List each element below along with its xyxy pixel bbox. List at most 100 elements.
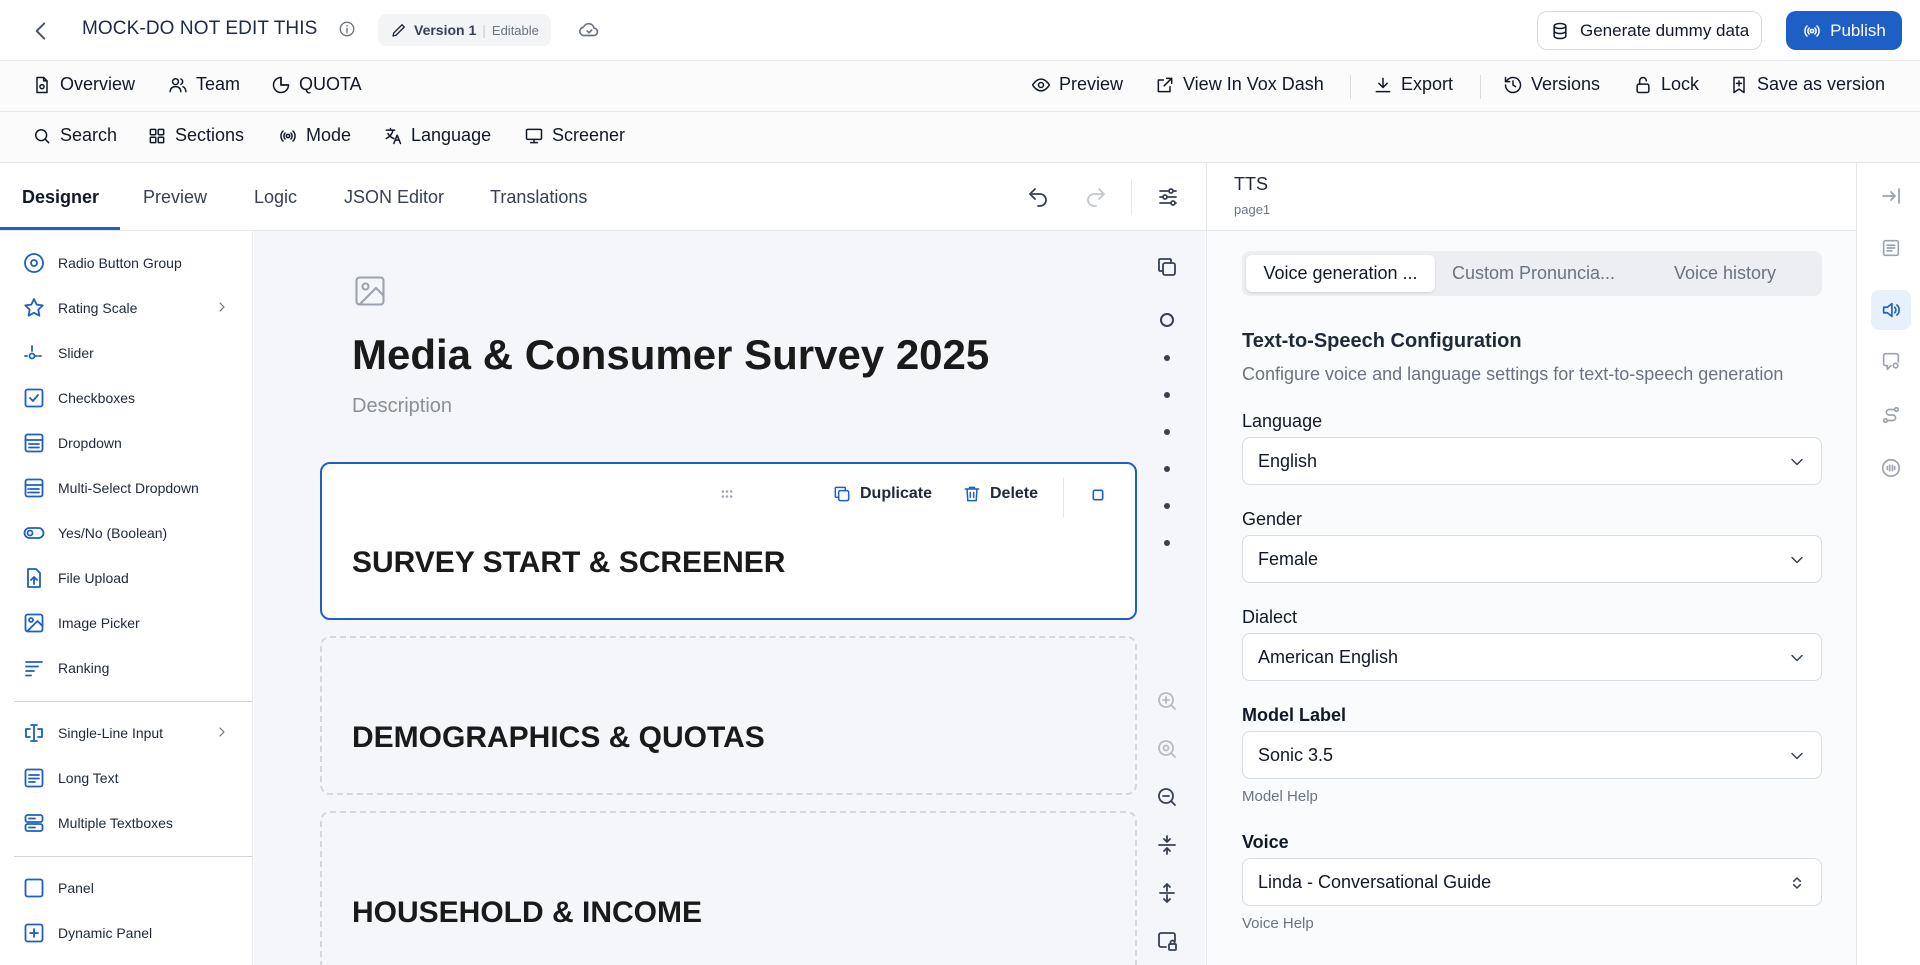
nav-screener[interactable]: Screener <box>524 125 625 146</box>
drag-handle-icon[interactable] <box>717 484 737 504</box>
gender-value: Female <box>1258 549 1319 569</box>
page-card[interactable]: DEMOGRAPHICS & QUOTAS <box>320 636 1137 795</box>
toolbox-file-upload[interactable]: File Upload <box>22 566 232 590</box>
generate-dummy-data-button[interactable]: Generate dummy data <box>1537 11 1763 50</box>
toolbox-radio-button-group[interactable]: Radio Button Group <box>22 251 232 275</box>
page-card[interactable]: HOUSEHOLD & INCOME <box>320 811 1137 965</box>
seg-voice-generation[interactable]: Voice generation ... <box>1246 255 1435 292</box>
duplicate-button[interactable]: Duplicate <box>832 484 932 504</box>
zoom-in-icon[interactable] <box>1155 689 1179 713</box>
redo-icon[interactable] <box>1084 185 1108 209</box>
nav-search[interactable]: Search <box>32 125 117 146</box>
page-title[interactable]: SURVEY START & SCREENER <box>352 546 785 580</box>
survey-description[interactable]: Description <box>352 395 452 418</box>
seg-voice-history[interactable]: Voice history <box>1632 255 1818 292</box>
zoom-reset-icon[interactable] <box>1155 737 1179 761</box>
dialect-select[interactable]: American English <box>1242 633 1822 681</box>
toolbox-long-text[interactable]: Long Text <box>22 766 232 790</box>
copy-page-icon[interactable] <box>1155 255 1179 279</box>
nav-mode-label: Mode <box>306 125 352 145</box>
nav-export[interactable]: Export <box>1373 74 1453 95</box>
bookmark-plus-icon <box>1733 76 1745 93</box>
nav-save-as-version[interactable]: Save as version <box>1729 74 1885 95</box>
undo-icon[interactable] <box>1026 185 1050 209</box>
page-nav-current-dot[interactable] <box>1160 313 1174 327</box>
nav-language[interactable]: Language <box>383 125 491 146</box>
nav-overview-label: Overview <box>60 74 136 94</box>
page-nav-dot[interactable] <box>1164 429 1170 435</box>
toolbox-item-label: Checkboxes <box>58 390 136 406</box>
properties-list-icon[interactable] <box>1871 228 1911 268</box>
nav-versions-label: Versions <box>1531 74 1601 94</box>
collapse-all-icon[interactable] <box>1155 833 1179 857</box>
page-nav-dot[interactable] <box>1164 392 1170 398</box>
toolbox-dynamic-panel[interactable]: Dynamic Panel <box>22 921 232 945</box>
publish-button[interactable]: Publish <box>1786 11 1902 50</box>
toolbox-item-label: Multi-Select Dropdown <box>58 480 199 496</box>
expand-all-icon[interactable] <box>1155 881 1179 905</box>
tab-logic[interactable]: Logic <box>254 187 297 208</box>
logo-placeholder-icon[interactable] <box>352 273 388 309</box>
cloud-sync-icon[interactable] <box>578 19 600 41</box>
toolbox-multi-select-dropdown[interactable]: Multi-Select Dropdown <box>22 476 232 500</box>
page-title[interactable]: HOUSEHOLD & INCOME <box>352 896 702 930</box>
toolbox-panel[interactable]: Panel <box>22 876 232 900</box>
version-badge[interactable]: Version 1 | Editable <box>378 14 551 46</box>
nav-view-in-vox-dash[interactable]: View In Vox Dash <box>1155 74 1324 95</box>
voice-select[interactable]: Linda - Conversational Guide <box>1242 858 1822 906</box>
tab-preview[interactable]: Preview <box>143 187 207 208</box>
language-select[interactable]: English <box>1242 437 1822 485</box>
info-icon[interactable] <box>338 20 356 38</box>
page-nav-dot[interactable] <box>1164 466 1170 472</box>
page-nav-dot[interactable] <box>1164 503 1170 509</box>
page-nav-dot[interactable] <box>1164 355 1170 361</box>
nav-versions[interactable]: Versions <box>1503 74 1600 95</box>
tts-speaker-icon[interactable] <box>1871 290 1911 330</box>
nav-mode[interactable]: Mode <box>278 125 351 146</box>
nav-quota[interactable]: QUOTA <box>271 74 362 95</box>
delete-button[interactable]: Delete <box>962 484 1038 504</box>
toolbox-ranking[interactable]: Ranking <box>22 656 232 680</box>
nav-overview[interactable]: Overview <box>32 74 135 95</box>
toolbox-slider[interactable]: Slider <box>22 341 232 365</box>
chevron-down-icon <box>1791 556 1803 564</box>
monitor-icon <box>525 128 543 143</box>
nav-preview[interactable]: Preview <box>1031 74 1123 95</box>
nav-team[interactable]: Team <box>168 74 240 95</box>
chevron-right-icon[interactable] <box>214 299 230 315</box>
route-icon[interactable] <box>1871 395 1911 435</box>
back-arrow-icon[interactable] <box>28 18 54 44</box>
toolbox-multiple-textboxes[interactable]: Multiple Textboxes <box>22 811 232 835</box>
multiple-textboxes-icon <box>24 814 44 832</box>
page-nav-dot[interactable] <box>1164 540 1170 546</box>
toolbox-single-line-input[interactable]: Single-Line Input <box>22 721 232 745</box>
nav-divider <box>1480 75 1481 99</box>
chevron-right-icon[interactable] <box>214 724 230 740</box>
settings-sliders-icon[interactable] <box>1156 185 1180 209</box>
toolbox-image-picker[interactable]: Image Picker <box>22 611 232 635</box>
toolbox-yes-no-boolean[interactable]: Yes/No (Boolean) <box>22 521 232 545</box>
page-card-selected[interactable]: Duplicate Delete SURVEY START & SCREENER <box>320 462 1137 620</box>
active-tab-indicator <box>0 227 120 230</box>
tab-json-editor[interactable]: JSON Editor <box>344 187 444 208</box>
tab-translations[interactable]: Translations <box>490 187 587 208</box>
tab-designer[interactable]: Designer <box>22 187 99 208</box>
radio-waves-icon <box>280 129 296 142</box>
collapse-square-icon[interactable] <box>1090 487 1106 503</box>
page-title[interactable]: DEMOGRAPHICS & QUOTAS <box>352 721 765 755</box>
zoom-out-icon[interactable] <box>1155 785 1179 809</box>
nav-lock[interactable]: Lock <box>1633 74 1699 95</box>
collapse-panel-icon[interactable] <box>1871 176 1911 216</box>
toolbox-dropdown[interactable]: Dropdown <box>22 431 232 455</box>
gender-select[interactable]: Female <box>1242 535 1822 583</box>
tts-segmented-control: Voice generation ... Custom Pronuncia...… <box>1242 251 1822 296</box>
model-select[interactable]: Sonic 3.5 <box>1242 731 1822 779</box>
chat-settings-icon[interactable] <box>1871 341 1911 381</box>
seg-custom-pronunciation[interactable]: Custom Pronuncia... <box>1440 255 1627 292</box>
nav-sections[interactable]: Sections <box>147 125 244 146</box>
voice-mask-icon[interactable] <box>1871 448 1911 488</box>
survey-title-heading[interactable]: Media & Consumer Survey 2025 <box>352 331 989 379</box>
toolbox-rating-scale[interactable]: Rating Scale <box>22 296 232 320</box>
lock-questions-icon[interactable] <box>1155 929 1179 953</box>
toolbox-checkboxes[interactable]: Checkboxes <box>22 386 232 410</box>
